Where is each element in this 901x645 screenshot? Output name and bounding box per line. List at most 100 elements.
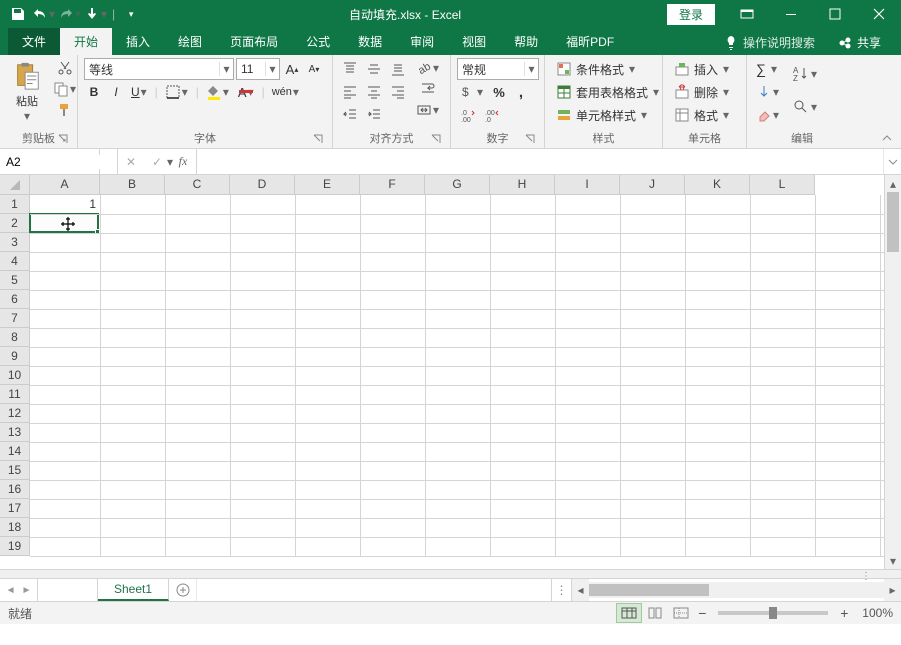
sort-filter-button[interactable]: AZ▾ xyxy=(789,58,821,90)
zoom-level[interactable]: 100% xyxy=(862,606,893,620)
row-header-18[interactable]: 18 xyxy=(0,518,30,537)
undo-button[interactable]: ▾ xyxy=(32,2,56,26)
zoom-out-button[interactable]: − xyxy=(694,605,710,621)
tab-data[interactable]: 数据 xyxy=(344,28,396,55)
cell-A1[interactable]: 1 xyxy=(30,195,100,214)
sheet-nav-prev[interactable]: ◄► xyxy=(0,579,38,601)
font-name-combo[interactable]: 等线▾ xyxy=(84,58,234,80)
row-header-15[interactable]: 15 xyxy=(0,461,30,480)
share-button[interactable]: 共享 xyxy=(827,30,891,55)
horizontal-scroll-thumb[interactable] xyxy=(589,584,709,596)
tab-draw[interactable]: 绘图 xyxy=(164,28,216,55)
tab-home[interactable]: 开始 xyxy=(60,28,112,55)
collapse-ribbon-button[interactable] xyxy=(877,130,897,146)
copy-button[interactable]: ▾ xyxy=(50,79,80,99)
tab-view[interactable]: 视图 xyxy=(448,28,500,55)
tab-foxit[interactable]: 福昕PDF xyxy=(552,28,628,55)
decrease-decimal-button[interactable]: .00.0 xyxy=(481,105,503,125)
normal-view-button[interactable] xyxy=(616,603,642,623)
row-header-12[interactable]: 12 xyxy=(0,404,30,423)
find-select-button[interactable]: ▾ xyxy=(789,91,821,123)
conditional-formatting-button[interactable]: 条件格式▾ xyxy=(551,58,641,80)
bold-button[interactable]: B xyxy=(84,82,104,102)
align-middle-button[interactable] xyxy=(363,59,385,79)
row-header-16[interactable]: 16 xyxy=(0,480,30,499)
ribbon-display-options-button[interactable] xyxy=(725,0,769,28)
page-layout-view-button[interactable] xyxy=(642,603,668,623)
cancel-formula-button[interactable]: ✕ xyxy=(118,149,144,174)
scroll-up-button[interactable]: ▴ xyxy=(885,175,901,192)
cut-button[interactable] xyxy=(50,58,80,78)
save-button[interactable] xyxy=(6,2,30,26)
number-dialog-launcher[interactable] xyxy=(524,133,536,145)
format-painter-button[interactable] xyxy=(50,100,80,120)
clipboard-dialog-launcher[interactable] xyxy=(57,133,69,145)
font-dialog-launcher[interactable] xyxy=(312,133,324,145)
row-header-8[interactable]: 8 xyxy=(0,328,30,347)
row-header-10[interactable]: 10 xyxy=(0,366,30,385)
decrease-indent-button[interactable] xyxy=(339,105,361,125)
autosum-button[interactable]: ∑▾ xyxy=(753,59,781,79)
minimize-button[interactable] xyxy=(769,0,813,28)
tab-file[interactable]: 文件 xyxy=(8,28,60,55)
row-header-19[interactable]: 19 xyxy=(0,537,30,556)
maximize-button[interactable] xyxy=(813,0,857,28)
touch-mode-button[interactable]: ▾ xyxy=(84,2,108,26)
phonetic-button[interactable]: wén▾ xyxy=(269,82,303,102)
borders-button[interactable]: ▾ xyxy=(162,82,192,102)
row-header-2[interactable]: 2 xyxy=(0,214,30,233)
row-header-5[interactable]: 5 xyxy=(0,271,30,290)
column-header-B[interactable]: B xyxy=(100,175,165,195)
column-header-J[interactable]: J xyxy=(620,175,685,195)
increase-decimal-button[interactable]: .0.00 xyxy=(457,105,479,125)
worksheet-grid[interactable]: ABCDEFGHIJKL 123456789101112131415161718… xyxy=(0,175,901,569)
delete-cells-button[interactable]: 删除▾ xyxy=(669,81,735,103)
format-as-table-button[interactable]: 套用表格格式▾ xyxy=(551,81,665,103)
close-button[interactable] xyxy=(857,0,901,28)
column-header-K[interactable]: K xyxy=(685,175,750,195)
increase-font-button[interactable]: A▴ xyxy=(282,59,302,79)
column-headers[interactable]: ABCDEFGHIJKL xyxy=(30,175,815,195)
qat-customize-button[interactable]: ▾ xyxy=(119,2,143,26)
align-center-button[interactable] xyxy=(363,82,385,102)
row-header-1[interactable]: 1 xyxy=(0,195,30,214)
clear-button[interactable]: ▾ xyxy=(753,105,783,125)
orientation-button[interactable]: ab▾ xyxy=(413,58,443,78)
underline-button[interactable]: U▾ xyxy=(128,82,151,102)
page-break-view-button[interactable] xyxy=(668,603,694,623)
format-cells-button[interactable]: 格式▾ xyxy=(669,104,735,126)
cell-styles-button[interactable]: 单元格样式▾ xyxy=(551,104,653,126)
decrease-font-button[interactable]: A▾ xyxy=(304,59,324,79)
insert-cells-button[interactable]: 插入▾ xyxy=(669,58,735,80)
expand-formula-bar-button[interactable] xyxy=(883,149,901,174)
tab-help[interactable]: 帮助 xyxy=(500,28,552,55)
column-header-C[interactable]: C xyxy=(165,175,230,195)
column-header-G[interactable]: G xyxy=(425,175,490,195)
fill-color-button[interactable]: ▾ xyxy=(203,82,233,102)
name-box[interactable]: ▾ xyxy=(0,149,100,174)
column-header-I[interactable]: I xyxy=(555,175,620,195)
align-top-button[interactable] xyxy=(339,59,361,79)
row-header-3[interactable]: 3 xyxy=(0,233,30,252)
percent-button[interactable]: % xyxy=(489,82,509,102)
login-button[interactable]: 登录 xyxy=(667,4,715,25)
cells-area[interactable]: 1 xyxy=(30,195,880,569)
tell-me-search[interactable]: 操作说明搜索 xyxy=(715,30,823,55)
align-right-button[interactable] xyxy=(387,82,409,102)
scroll-left-button[interactable]: ◂ xyxy=(572,579,589,601)
font-color-button[interactable]: A▾ xyxy=(235,82,258,102)
row-header-9[interactable]: 9 xyxy=(0,347,30,366)
sheet-tab-active[interactable]: Sheet1 xyxy=(98,579,169,601)
tab-formula[interactable]: 公式 xyxy=(292,28,344,55)
tab-layout[interactable]: 页面布局 xyxy=(216,28,292,55)
row-header-7[interactable]: 7 xyxy=(0,309,30,328)
column-header-E[interactable]: E xyxy=(295,175,360,195)
scroll-down-button[interactable]: ▾ xyxy=(885,552,901,569)
insert-function-button[interactable]: fx xyxy=(170,149,196,174)
zoom-slider-knob[interactable] xyxy=(769,607,777,619)
comma-button[interactable]: , xyxy=(511,82,531,102)
row-headers[interactable]: 12345678910111213141516171819 xyxy=(0,195,30,569)
align-bottom-button[interactable] xyxy=(387,59,409,79)
wrap-text-button[interactable] xyxy=(413,79,443,99)
vertical-scroll-thumb[interactable] xyxy=(887,192,899,252)
